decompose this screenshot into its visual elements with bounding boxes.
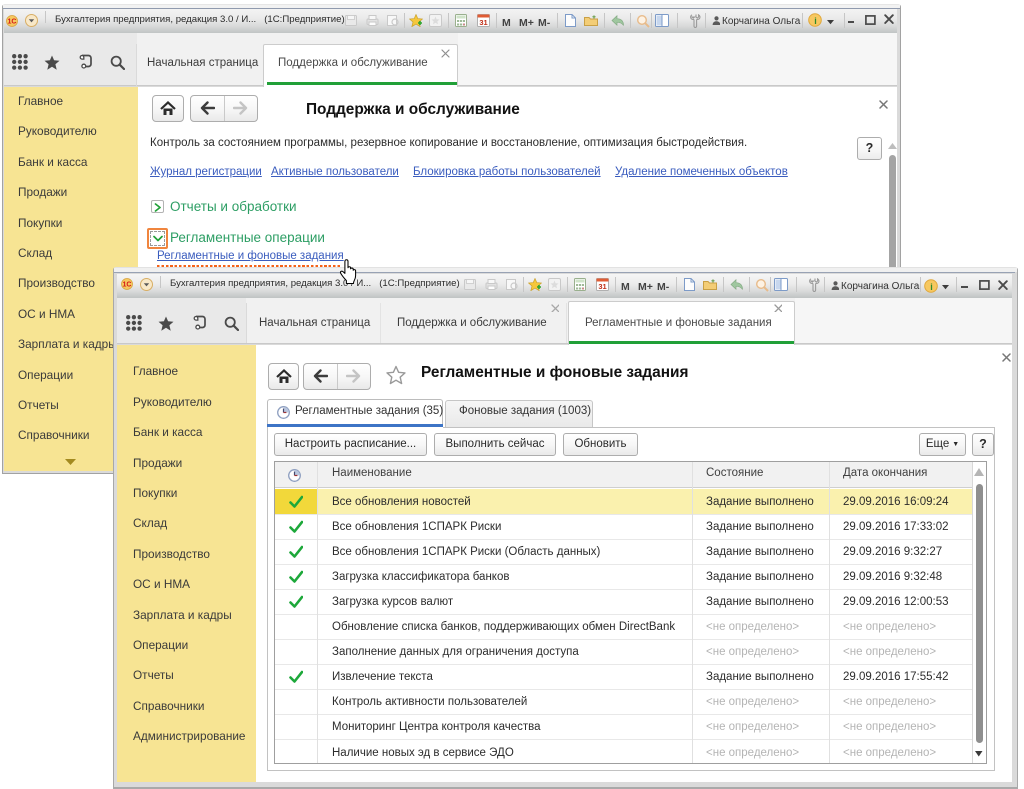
svg-text:i: i: [930, 282, 933, 292]
svg-text:1С: 1С: [123, 282, 132, 289]
svg-text:31: 31: [479, 17, 487, 26]
svg-text:31: 31: [598, 282, 606, 291]
svg-text:1С: 1С: [8, 18, 17, 25]
svg-text:i: i: [814, 16, 817, 26]
